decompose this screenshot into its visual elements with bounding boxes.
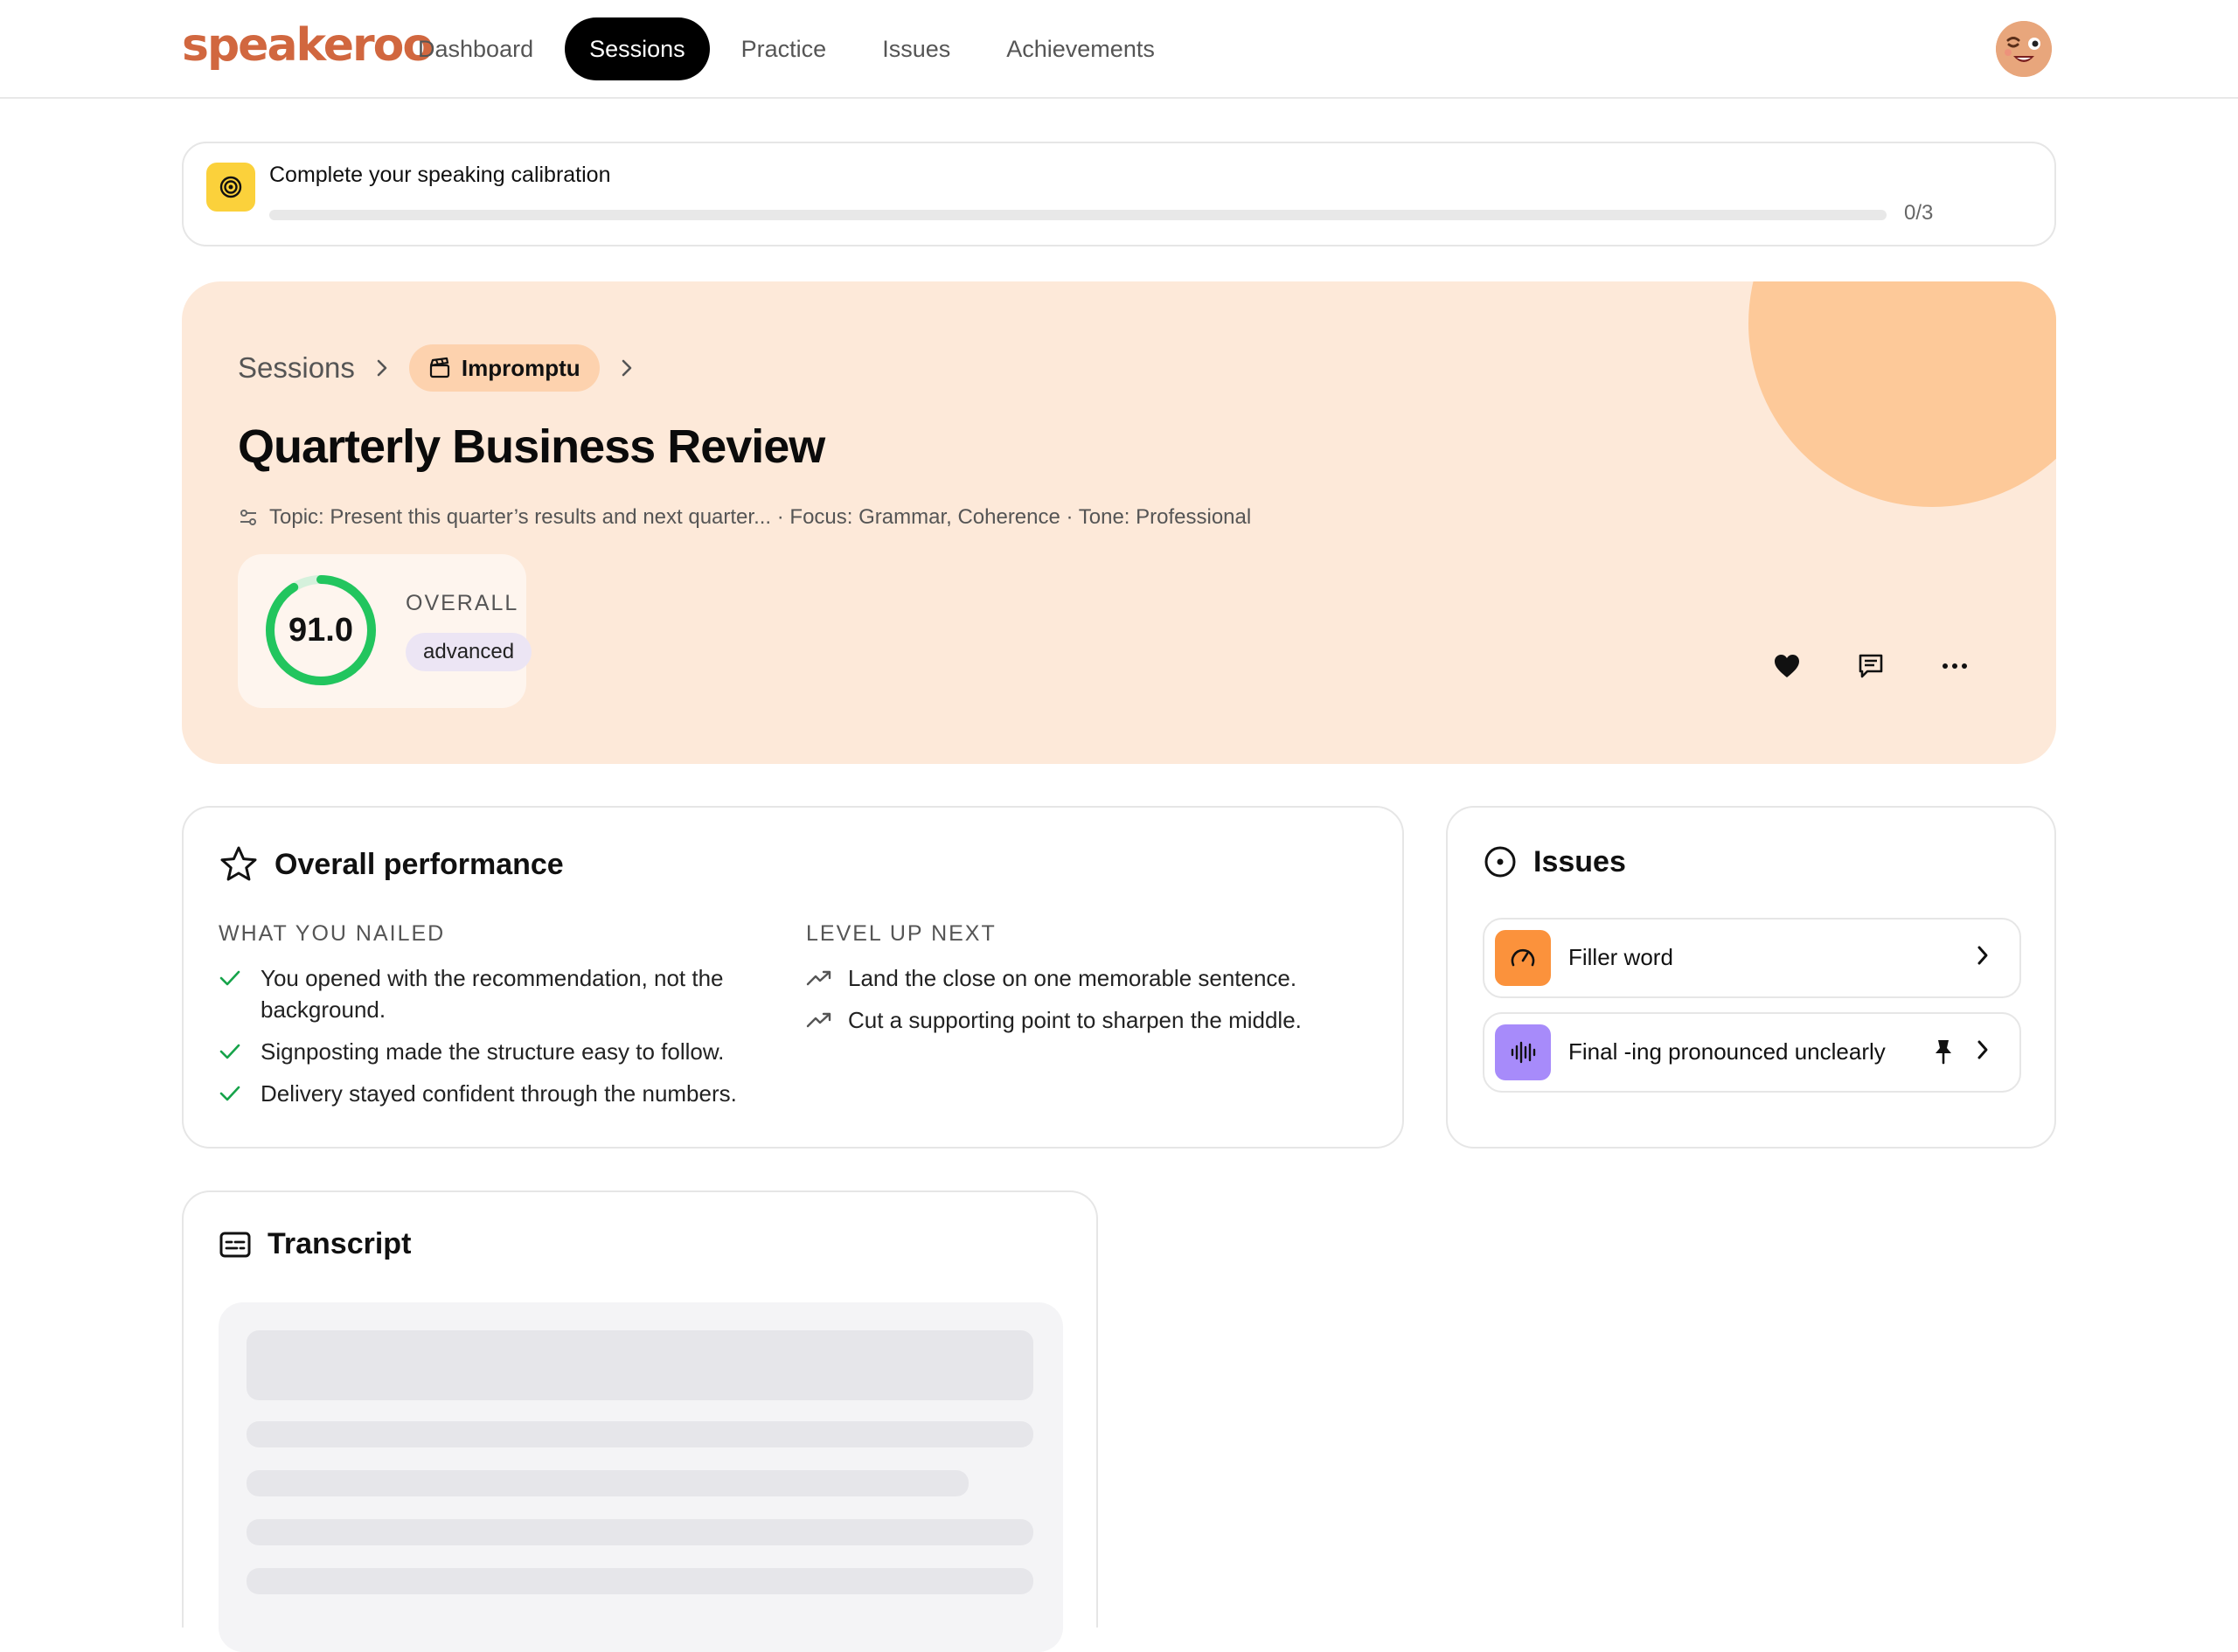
issues-header: Issues [1483,844,1626,879]
level-up-item: Cut a supporting point to sharpen the mi… [806,1004,1383,1036]
nailed-heading: WHAT YOU NAILED [219,921,446,946]
nailed-item-text: Signposting made the structure easy to f… [261,1038,725,1065]
level-up-column: LEVEL UP NEXT Land the close on one memo… [806,921,1383,1046]
transcript-loading-skeleton [219,1302,1063,1652]
nav-practice[interactable]: Practice [717,17,851,80]
issue-row-filler-word[interactable]: Filler word [1483,918,2021,998]
session-actions [1773,652,1969,680]
skeleton-block [247,1330,1033,1400]
nailed-item-text: Delivery stayed confident through the nu… [261,1080,737,1107]
calibration-banner[interactable]: Complete your speaking calibration 0/3 [182,142,2056,246]
overall-performance-header: Overall performance [219,844,564,885]
nailed-item: Signposting made the structure easy to f… [219,1036,778,1067]
skeleton-line [247,1470,969,1496]
chevron-right-icon [1976,944,1990,971]
star-icon [220,846,257,881]
trending-up-icon [806,1004,834,1036]
level-up-item: Land the close on one memorable sentence… [806,962,1383,994]
chevron-right-icon [1976,1038,1990,1065]
trending-up-icon [806,962,834,994]
level-up-item-text: Cut a supporting point to sharpen the mi… [848,1007,1302,1033]
session-hero: Sessions Impromptu Quarterly Business Re… [182,281,2056,764]
decorative-circle [1748,281,2056,507]
nailed-item: You opened with the recommendation, not … [219,962,778,1025]
calibration-title: Complete your speaking calibration [269,163,611,187]
session-meta-text: Topic: Present this quarter’s results an… [269,505,1252,529]
calibration-count: 0/3 [1904,201,1934,225]
skeleton-line [247,1421,1033,1447]
more-icon[interactable] [1941,652,1969,680]
nailed-item: Delivery stayed confident through the nu… [219,1078,778,1109]
nav-achievements[interactable]: Achievements [982,17,1179,80]
nav-sessions[interactable]: Sessions [565,17,710,80]
waveform-icon [1495,1024,1551,1080]
session-meta: Topic: Present this quarter’s results an… [238,505,1251,530]
main-nav: Dashboard Sessions Practice Issues Achie… [393,17,1186,80]
breadcrumb-sessions[interactable]: Sessions [238,351,355,385]
clapperboard-icon [429,357,450,378]
issues-title: Issues [1533,844,1626,878]
transcript-card: Transcript [182,1190,1098,1652]
comment-icon[interactable] [1857,652,1885,680]
issue-label: Filler word [1568,944,1673,970]
target-icon [206,163,255,212]
overall-score-card: 91.0 OVERALL advanced [238,554,532,708]
issue-label: Final -ing pronounced unclearly [1568,1038,1886,1065]
check-icon [219,962,247,994]
skeleton-line [247,1519,1033,1545]
chevron-right-icon [621,358,633,378]
breadcrumb: Sessions Impromptu [238,344,654,392]
overall-performance-card: Overall performance WHAT YOU NAILED You … [182,806,1404,1149]
check-icon [219,1078,247,1109]
nailed-column: WHAT YOU NAILED You opened with the reco… [219,921,778,1120]
subtitles-icon [219,1232,251,1257]
overall-score-value: 91.0 [288,611,353,649]
nav-issues[interactable]: Issues [858,17,975,80]
skeleton-line [247,1568,1033,1594]
sliders-icon [240,510,256,525]
overall-performance-title: Overall performance [275,847,564,881]
user-avatar[interactable] [1996,21,2052,77]
top-navigation-bar: speakeroo Dashboard Sessions Practice Is… [0,0,2238,99]
level-badge: advanced [406,633,532,671]
heart-icon[interactable] [1773,652,1801,680]
issues-card: Issues Filler word Final -ing pronounced… [1446,806,2056,1149]
level-up-heading: LEVEL UP NEXT [806,921,997,946]
nailed-item-text: You opened with the recommendation, not … [261,965,724,1023]
target-dot-icon [1484,846,1516,878]
level-up-item-text: Land the close on one memorable sentence… [848,965,1297,991]
nav-dashboard[interactable]: Dashboard [393,17,558,80]
calibration-progress-bar [269,210,1887,220]
gauge-icon [1495,930,1551,986]
breadcrumb-session-type[interactable]: Impromptu [408,344,600,392]
issue-row-final-ing[interactable]: Final -ing pronounced unclearly [1483,1012,2021,1093]
session-title: Quarterly Business Review [238,420,825,473]
overall-score-label: OVERALL [406,591,519,615]
session-type-label: Impromptu [461,354,580,381]
transcript-header: Transcript [219,1227,411,1261]
transcript-title: Transcript [268,1227,412,1260]
pin-icon[interactable] [1934,1038,1953,1069]
check-icon [219,1036,247,1067]
chevron-right-icon [376,358,388,378]
smiling-face-avatar-icon [1996,21,2052,77]
